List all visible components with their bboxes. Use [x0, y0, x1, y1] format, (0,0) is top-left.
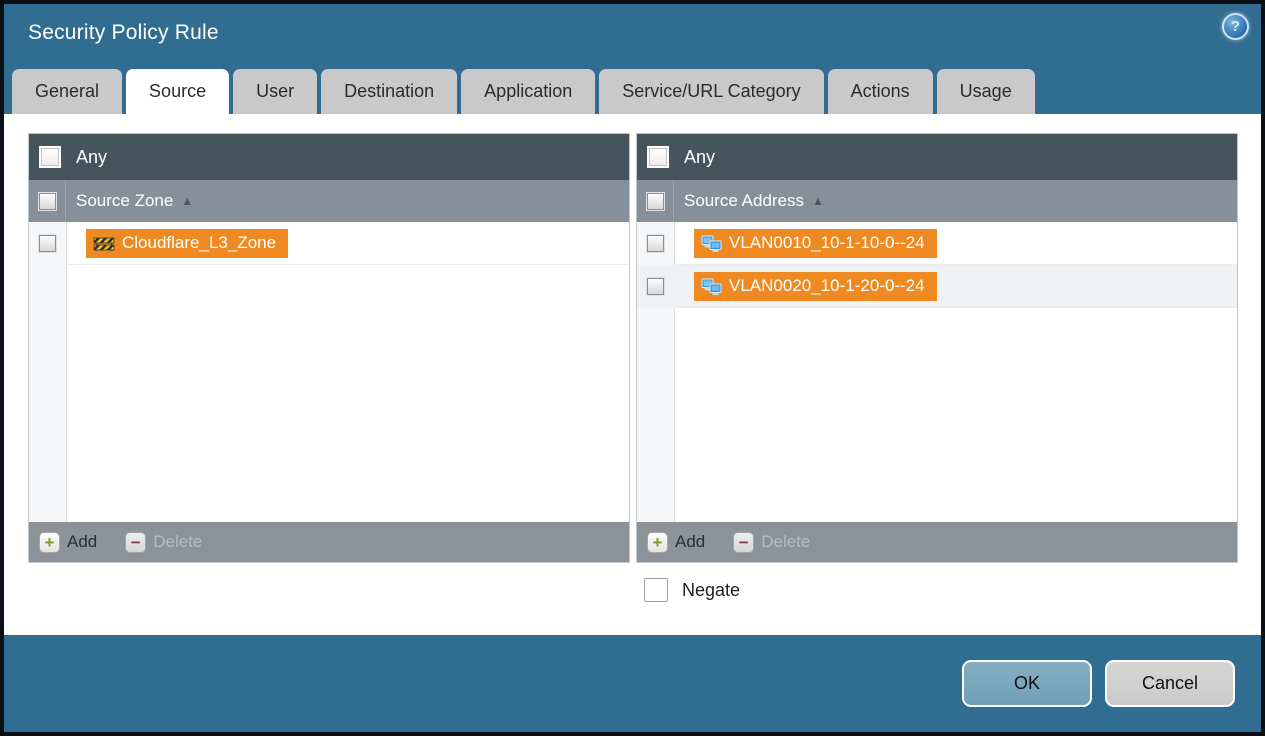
source-zone-any-label: Any: [76, 146, 108, 167]
address-icon: [701, 235, 722, 252]
tab-application[interactable]: Application: [461, 69, 596, 114]
source-address-item[interactable]: VLAN0010_10-1-10-0--24: [694, 228, 937, 258]
tab-source[interactable]: Source: [126, 69, 230, 114]
tab-destination[interactable]: Destination: [321, 69, 458, 114]
delete-icon: −: [125, 531, 147, 553]
sort-ascending-icon: ▲: [181, 194, 194, 208]
table-row: VLAN0010_10-1-10-0--24: [637, 222, 1237, 265]
tab-user[interactable]: User: [233, 69, 318, 114]
source-address-row-checkbox[interactable]: [647, 235, 664, 252]
tab-actions[interactable]: Actions: [827, 69, 933, 114]
source-zone-list: Cloudflare_L3_Zone: [29, 222, 629, 522]
help-icon[interactable]: ?: [1222, 13, 1249, 40]
source-zone-item-label: Cloudflare_L3_Zone: [122, 233, 277, 252]
source-address-column-header[interactable]: Source Address ▲: [637, 180, 1237, 222]
source-address-any-label: Any: [684, 146, 716, 167]
source-address-item-label: VLAN0010_10-1-10-0--24: [729, 233, 925, 252]
table-row: Cloudflare_L3_Zone: [29, 222, 629, 265]
source-address-item[interactable]: VLAN0020_10-1-20-0--24: [694, 271, 937, 301]
source-address-column-title: Source Address: [684, 191, 805, 210]
source-zone-column-title: Source Zone: [76, 191, 174, 210]
source-address-panel: Any Source Address ▲ VLAN0010_10-1-10-0-…: [636, 133, 1238, 563]
address-icon: [701, 278, 722, 295]
tab-bar: General Source User Destination Applicat…: [4, 62, 1261, 114]
tab-content-source: Any Source Zone ▲ Cloudflare_L3_Zone + A…: [4, 114, 1261, 635]
source-zone-item[interactable]: Cloudflare_L3_Zone: [86, 228, 289, 258]
source-address-add-button[interactable]: + Add: [647, 531, 705, 553]
dialog-footer: OK Cancel: [4, 635, 1261, 732]
source-zone-row-checkbox[interactable]: [39, 235, 56, 252]
source-zone-any-checkbox[interactable]: [39, 146, 61, 168]
source-zone-footer: + Add − Delete: [29, 522, 629, 562]
source-address-delete-button[interactable]: − Delete: [733, 531, 810, 553]
table-row: VLAN0020_10-1-20-0--24: [637, 265, 1237, 308]
tab-service-url-category[interactable]: Service/URL Category: [599, 69, 824, 114]
add-icon: +: [647, 531, 668, 553]
cancel-button[interactable]: Cancel: [1105, 660, 1235, 707]
source-address-row-checkbox[interactable]: [647, 278, 664, 295]
sort-ascending-icon: ▲: [812, 194, 824, 208]
security-policy-rule-dialog: Security Policy Rule ? General Source Us…: [0, 0, 1265, 736]
source-zone-select-all-checkbox[interactable]: [38, 192, 56, 210]
source-address-list: VLAN0010_10-1-10-0--24 VLAN0020_10-1-20-…: [637, 222, 1237, 522]
add-icon: +: [39, 531, 60, 553]
source-zone-delete-button[interactable]: − Delete: [125, 531, 202, 553]
source-zone-column-header[interactable]: Source Zone ▲: [29, 180, 629, 222]
source-address-item-label: VLAN0020_10-1-20-0--24: [729, 276, 925, 295]
ok-button[interactable]: OK: [962, 660, 1092, 707]
tab-usage[interactable]: Usage: [936, 69, 1035, 114]
source-zone-add-button[interactable]: + Add: [39, 531, 97, 553]
source-address-select-all-checkbox[interactable]: [646, 192, 664, 210]
source-address-any-header: Any: [637, 134, 1237, 180]
tab-general[interactable]: General: [12, 69, 123, 114]
negate-row: Negate: [644, 578, 1238, 602]
negate-checkbox[interactable]: [644, 578, 668, 602]
zone-icon: [93, 237, 115, 251]
source-zone-any-header: Any: [29, 134, 629, 180]
dialog-title: Security Policy Rule: [28, 21, 219, 44]
source-address-footer: + Add − Delete: [637, 522, 1237, 562]
dialog-titlebar: Security Policy Rule ?: [4, 4, 1261, 62]
source-zone-panel: Any Source Zone ▲ Cloudflare_L3_Zone + A…: [28, 133, 630, 563]
delete-icon: −: [733, 531, 755, 553]
source-address-any-checkbox[interactable]: [647, 146, 669, 168]
negate-label: Negate: [682, 579, 741, 600]
